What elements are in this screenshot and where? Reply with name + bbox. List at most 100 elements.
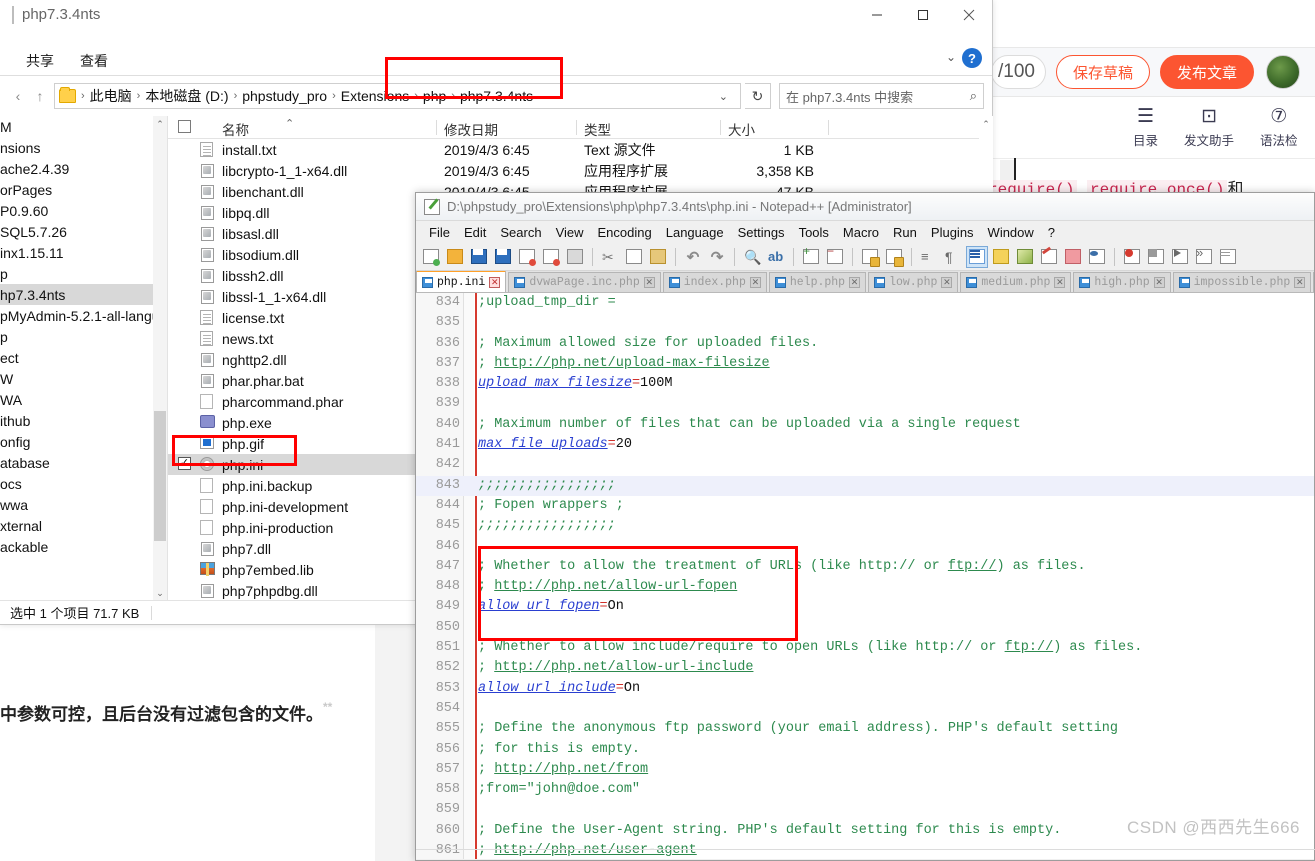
maximize-button[interactable] <box>900 0 946 30</box>
breadcrumb-local-disk[interactable]: 本地磁盘 (D:) <box>141 86 232 106</box>
code-line[interactable]: 850 <box>416 618 1314 638</box>
print-icon[interactable] <box>564 246 586 268</box>
code-line[interactable]: 847 ; Whether to allow the treatment of U… <box>416 557 1314 577</box>
nav-scroll-down-icon[interactable]: ⌄ <box>153 585 167 601</box>
column-type[interactable]: 类型 <box>578 119 611 139</box>
code-line[interactable]: 834 ;upload_tmp_dir = <box>416 293 1314 313</box>
record-macro-icon[interactable] <box>1121 246 1143 268</box>
publish-article-button[interactable]: 发布文章 <box>1160 55 1255 89</box>
column-date[interactable]: 修改日期 <box>438 119 498 139</box>
nav-tree-item[interactable]: nsions <box>0 137 167 158</box>
nav-tree-item[interactable]: WA <box>0 389 167 410</box>
nav-tree-item[interactable]: pMyAdmin-5.2.1-all-langua <box>0 305 167 326</box>
table-row[interactable]: libcrypto-1_1-x64.dll 2019/4/3 6:45 应用程序扩展… <box>168 160 993 181</box>
nav-scroll-thumb[interactable] <box>154 411 166 541</box>
run-icon[interactable] <box>1217 246 1239 268</box>
editor-tab[interactable]: impossible.php ✕ <box>1172 272 1312 292</box>
sync-horizontal-icon[interactable] <box>883 246 905 268</box>
menu-item-search[interactable]: Search <box>493 223 548 242</box>
close-tab-icon[interactable]: ✕ <box>749 277 761 288</box>
menu-item-macro[interactable]: Macro <box>836 223 886 242</box>
assistant-tool[interactable]: ⊡ 发文助手 <box>1184 107 1234 149</box>
doc-map-icon[interactable] <box>1014 246 1036 268</box>
nav-tree-item[interactable]: xternal <box>0 515 167 536</box>
code-line[interactable]: 843;;;;;;;;;;;;;;;;; <box>416 475 1314 496</box>
outline-tool[interactable]: ☰ 目录 <box>1133 107 1158 149</box>
ribbon-tab-share[interactable]: 共享 <box>26 46 54 76</box>
code-line[interactable]: 844 ; Fopen wrappers ; <box>416 496 1314 516</box>
close-tab-icon[interactable]: ✕ <box>643 277 655 288</box>
copy-icon[interactable] <box>623 246 645 268</box>
menu-item-view[interactable]: View <box>549 223 591 242</box>
code-line[interactable]: 841 max_file_uploads=20 <box>416 435 1314 455</box>
breadcrumb-php734nts[interactable]: php7.3.4nts <box>456 88 537 104</box>
zoom-out-icon[interactable] <box>824 246 846 268</box>
close-tab-icon[interactable]: ✕ <box>1294 277 1306 288</box>
code-line[interactable]: 838 upload_max_filesize=100M <box>416 374 1314 394</box>
code-line[interactable]: 854 <box>416 699 1314 719</box>
code-line[interactable]: 861; http://php.net/user-agent <box>416 841 1314 859</box>
play-macro-icon[interactable] <box>1169 246 1191 268</box>
code-line[interactable]: 853 allow_url_include=On <box>416 679 1314 699</box>
stop-macro-icon[interactable] <box>1145 246 1167 268</box>
search-input[interactable]: 在 php7.3.4nts 中搜索 <box>786 87 970 106</box>
breadcrumb-this-pc[interactable]: 此电脑 <box>86 86 136 106</box>
nav-tree-item[interactable]: ithub <box>0 410 167 431</box>
menu-item-tools[interactable]: Tools <box>792 223 836 242</box>
select-all-checkbox[interactable] <box>178 120 191 133</box>
cut-icon[interactable]: ✂ <box>599 246 621 268</box>
find-icon[interactable]: 🔍 <box>741 246 763 268</box>
address-dropdown-icon[interactable]: ⌄ <box>711 90 736 103</box>
run-macro-multiple-icon[interactable] <box>1193 246 1215 268</box>
monitoring-icon[interactable] <box>1086 246 1108 268</box>
grammar-tool[interactable]: ⑦ 语法检 <box>1260 107 1298 149</box>
editor-tab[interactable]: medium.php ✕ <box>960 272 1072 292</box>
address-bar[interactable]: › 此电脑 › 本地磁盘 (D:) › phpstudy_pro › Exten… <box>54 83 741 109</box>
code-line[interactable]: 848; http://php.net/allow-url-fopen <box>416 577 1314 597</box>
nav-tree-item[interactable]: p <box>0 263 167 284</box>
list-scroll-up-icon[interactable]: ⌃ <box>979 116 993 132</box>
nav-tree-item[interactable]: SQL5.7.26 <box>0 221 167 242</box>
nav-scroll-up-icon[interactable]: ⌃ <box>153 116 167 132</box>
code-line[interactable]: 849 allow_url_fopen=On <box>416 597 1314 617</box>
nav-tree-item[interactable]: P0.9.60 <box>0 200 167 221</box>
close-button[interactable] <box>946 0 992 30</box>
menu-item-language[interactable]: Language <box>659 223 731 242</box>
nav-tree-item[interactable]: wwa <box>0 494 167 515</box>
nav-tree-item[interactable]: ocs <box>0 473 167 494</box>
nav-tree-item[interactable]: M <box>0 116 167 137</box>
editor-tab[interactable]: high.php✕ <box>1073 272 1171 292</box>
breadcrumb-extensions[interactable]: Extensions <box>337 88 413 104</box>
close-tab-icon[interactable]: ✕ <box>1153 277 1165 288</box>
indent-guide-icon[interactable] <box>966 245 988 268</box>
editor-tab[interactable]: high.php✕ <box>1313 272 1314 292</box>
menu-item-window[interactable]: Window <box>981 223 1041 242</box>
nav-tree-item[interactable]: W <box>0 368 167 389</box>
editor-tab[interactable]: index.php ✕ <box>662 272 767 292</box>
editor-tab[interactable]: php.ini ✕ <box>416 271 507 292</box>
code-line[interactable]: 846 <box>416 537 1314 557</box>
breadcrumb-php[interactable]: php <box>419 88 450 104</box>
folder-as-workspace-icon[interactable] <box>1062 246 1084 268</box>
menu-item-plugins[interactable]: Plugins <box>924 223 981 242</box>
nav-tree-item[interactable]: ect <box>0 347 167 368</box>
menu-item-encoding[interactable]: Encoding <box>591 223 659 242</box>
row-checkbox[interactable]: ✓ <box>178 457 191 470</box>
nav-tree-item[interactable]: hp7.3.4nts <box>0 284 167 305</box>
ribbon-collapse-icon[interactable]: ⌄ <box>946 50 956 64</box>
close-tab-icon[interactable]: ✕ <box>849 277 861 288</box>
col-sep-3[interactable] <box>720 120 721 135</box>
save-all-icon[interactable] <box>492 246 514 268</box>
user-avatar[interactable] <box>1266 55 1301 89</box>
replace-icon[interactable]: ab <box>765 246 787 268</box>
menu-item-run[interactable]: Run <box>886 223 924 242</box>
close-tab-icon[interactable]: ✕ <box>489 276 501 288</box>
nav-tree-item[interactable]: onfig <box>0 431 167 452</box>
editor-tab[interactable]: dvwaPage.inc.php ✕ <box>508 272 661 292</box>
code-line[interactable]: 840 ; Maximum number of files that can be… <box>416 415 1314 435</box>
minimize-button[interactable] <box>854 0 900 30</box>
close-all-icon[interactable] <box>540 246 562 268</box>
code-line[interactable]: 839 <box>416 394 1314 414</box>
nav-tree-item[interactable]: ache2.4.39 <box>0 158 167 179</box>
code-line[interactable]: 842 <box>416 455 1314 475</box>
